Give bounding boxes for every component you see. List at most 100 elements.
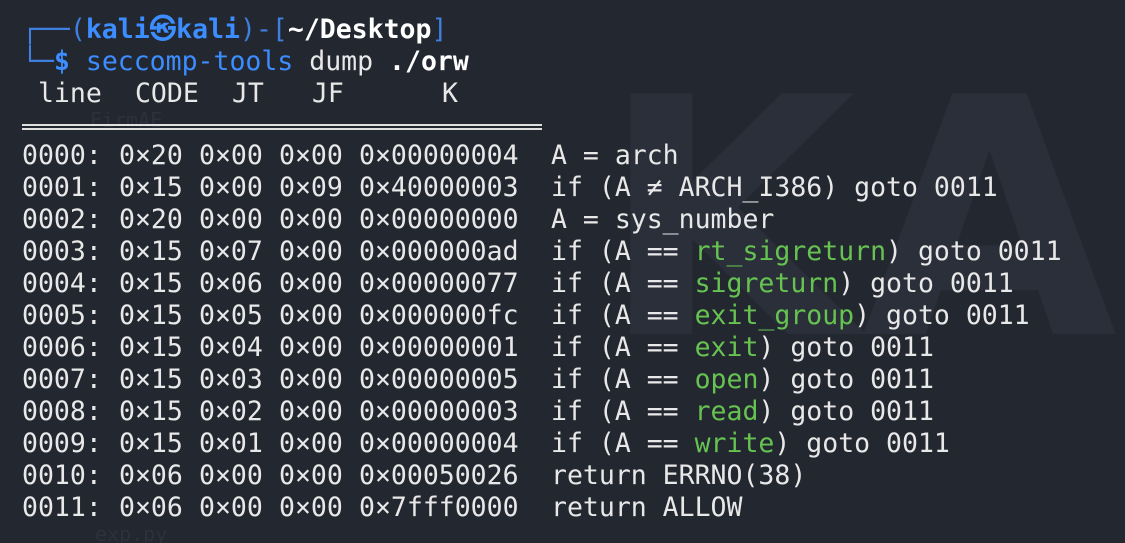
table-row: 0000: 0×20 0×00 0×00 0×00000004 A = arch [22, 140, 1125, 172]
row-instruction-tail: ) goto 0011 [774, 428, 950, 459]
row-line-number: 0003: [22, 236, 102, 267]
row-jt: 0×03 [199, 364, 263, 395]
desktop-icon-label-exp: exp.py [95, 522, 168, 543]
row-syscall-name: open [694, 364, 759, 395]
row-instruction-tail: ) goto 0011 [838, 268, 1014, 299]
row-jt: 0×00 [199, 204, 263, 235]
row-code: 0×06 [119, 460, 183, 491]
table-row: 0007: 0×15 0×03 0×00 0×00000005 if (A == open… [22, 364, 1125, 396]
row-syscall-name: write [694, 428, 775, 459]
row-line-number: 0004: [22, 268, 102, 299]
table-row: 0004: 0×15 0×06 0×00 0×00000077 if (A == sigr… [22, 268, 1125, 300]
row-jt: 0×00 [199, 140, 263, 171]
row-instruction: return ERRNO(38) [551, 460, 807, 491]
row-line-number: 0009: [22, 428, 102, 459]
row-instruction-tail: ) goto 0011 [758, 364, 934, 395]
row-jf: 0×00 [279, 332, 343, 363]
row-k: 0×000000fc [359, 300, 519, 331]
row-jt: 0×05 [199, 300, 263, 331]
row-code: 0×20 [119, 204, 183, 235]
row-instruction-tail: ) goto 0011 [854, 300, 1030, 331]
table-row: 0005: 0×15 0×05 0×00 0×000000fc if (A == exit… [22, 300, 1125, 332]
row-instruction: A = sys_number [551, 204, 775, 235]
row-code: 0×06 [119, 492, 183, 523]
row-k: 0×00000001 [359, 332, 519, 363]
row-k: 0×00000004 [359, 140, 519, 171]
row-code: 0×15 [119, 300, 183, 331]
row-code: 0×15 [119, 332, 183, 363]
row-syscall-name: rt_sigreturn [694, 236, 887, 267]
row-code: 0×15 [119, 268, 183, 299]
row-jf: 0×00 [279, 396, 343, 427]
table-row: 0009: 0×15 0×01 0×00 0×00000004 if (A == writ… [22, 428, 1125, 460]
command-args: dump [309, 46, 374, 77]
command-name: seccomp-tools [85, 46, 294, 77]
terminal-window[interactable]: KALI FirmAE exp.py ┌──(kali㉿kali)-[~/Des… [0, 0, 1125, 543]
row-instruction-tail: ) goto 0011 [886, 236, 1062, 267]
row-syscall-name: exit [694, 332, 759, 363]
row-code: 0×15 [119, 364, 183, 395]
row-jt: 0×00 [199, 492, 263, 523]
row-jt: 0×04 [199, 332, 263, 363]
row-jf: 0×00 [279, 492, 343, 523]
row-jt: 0×00 [199, 172, 263, 203]
row-jf: 0×00 [279, 268, 343, 299]
prompt-host: kali [176, 14, 240, 45]
row-k: 0×7fff0000 [359, 492, 519, 523]
row-jf: 0×00 [279, 140, 343, 171]
command-path: ./orw [389, 46, 469, 77]
row-jt: 0×01 [199, 428, 263, 459]
prompt-dollar: $ [53, 46, 70, 77]
row-line-number: 0000: [22, 140, 102, 171]
row-instruction-tail: ) goto 0011 [758, 332, 934, 363]
prompt-user: kali [85, 14, 150, 45]
prompt-close-bracket: ] [431, 14, 448, 45]
row-jf: 0×09 [279, 172, 343, 203]
row-line-number: 0001: [22, 172, 102, 203]
row-line-number: 0006: [22, 332, 102, 363]
table-row: 0003: 0×15 0×07 0×00 0×000000ad if (A == rt_s… [22, 236, 1125, 268]
row-code: 0×15 [119, 428, 183, 459]
row-line-number: 0010: [22, 460, 102, 491]
row-instruction-tail: ) goto 0011 [758, 396, 934, 427]
row-instruction: if (A == [551, 300, 695, 331]
table-row: 0002: 0×20 0×00 0×00 0×00000000 A = sys_numbe… [22, 204, 1125, 236]
row-instruction: if (A == [551, 396, 695, 427]
row-k: 0×40000003 [359, 172, 519, 203]
row-line-number: 0008: [22, 396, 102, 427]
header-line: line [37, 78, 102, 109]
row-instruction: return ALLOW [551, 492, 743, 523]
header-jt: JT [231, 78, 264, 109]
row-instruction: if (A ≠ ARCH_I386) goto 0011 [551, 172, 998, 203]
row-k: 0×00000000 [359, 204, 519, 235]
row-instruction: if (A == [551, 268, 695, 299]
row-jt: 0×02 [199, 396, 263, 427]
row-instruction: A = arch [551, 140, 679, 171]
header-jf: JF [311, 78, 344, 109]
row-instruction: if (A == [551, 332, 695, 363]
table-row: 0008: 0×15 0×02 0×00 0×00000003 if (A == read… [22, 396, 1125, 428]
prompt-separator: )-[ [239, 14, 288, 45]
row-instruction: if (A == [551, 236, 695, 267]
header-separator [22, 124, 542, 130]
row-k: 0×00000004 [359, 428, 519, 459]
row-instruction: if (A == [551, 364, 695, 395]
row-code: 0×15 [119, 172, 183, 203]
row-k: 0×00000005 [359, 364, 519, 395]
row-jf: 0×00 [279, 300, 343, 331]
row-jf: 0×00 [279, 204, 343, 235]
row-jf: 0×00 [279, 236, 343, 267]
row-code: 0×20 [119, 140, 183, 171]
header-k: K [441, 78, 458, 109]
row-line-number: 0002: [22, 204, 102, 235]
table-header: line CODE JT JF K [22, 78, 1125, 110]
table-row: 0006: 0×15 0×04 0×00 0×00000001 if (A == exit… [22, 332, 1125, 364]
row-jt: 0×07 [199, 236, 263, 267]
prompt-line-1: ┌──(kali㉿kali)-[~/Desktop] [22, 14, 1125, 46]
prompt-line-2: └─$ seccomp-tools dump ./orw [22, 46, 1125, 78]
table-row: 0011: 0×06 0×00 0×00 0×7fff0000 return ALLOW [22, 492, 1125, 524]
row-jt: 0×00 [199, 460, 263, 491]
row-jt: 0×06 [199, 268, 263, 299]
row-jf: 0×00 [279, 428, 343, 459]
prompt-box-bottom: └─ [22, 46, 54, 77]
